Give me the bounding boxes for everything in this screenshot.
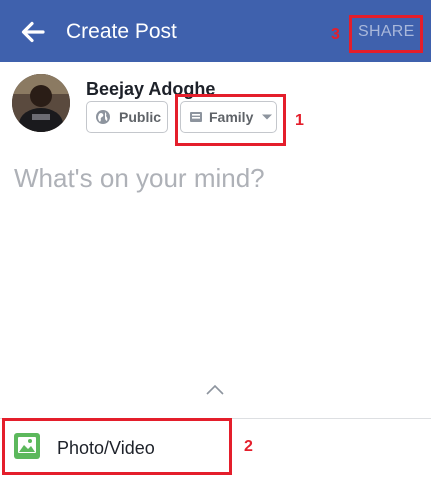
- annotation-box-share: [349, 15, 423, 53]
- chevron-up-icon: [206, 384, 224, 395]
- expand-options-button[interactable]: [205, 383, 225, 401]
- post-text-input[interactable]: What's on your mind?: [14, 162, 265, 194]
- back-arrow-icon: [21, 21, 45, 43]
- annotation-number-3: 3: [331, 26, 340, 43]
- globe-icon: [96, 110, 110, 124]
- avatar[interactable]: [12, 74, 70, 132]
- profile-photo: [12, 74, 70, 132]
- annotation-box-family: [175, 94, 286, 146]
- annotation-number-2: 2: [244, 438, 253, 455]
- privacy-public-label: Public: [119, 109, 162, 125]
- annotation-box-photo: [2, 418, 232, 475]
- back-button[interactable]: [20, 18, 48, 46]
- privacy-public-button[interactable]: Public: [86, 101, 168, 133]
- annotation-number-1: 1: [295, 112, 304, 129]
- page-title: Create Post: [66, 20, 177, 43]
